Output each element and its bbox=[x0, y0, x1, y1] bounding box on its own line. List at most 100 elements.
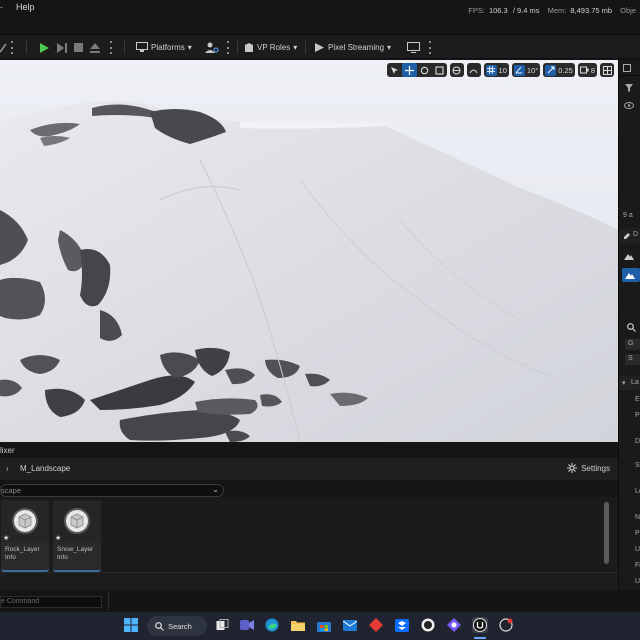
layer-info: Info bbox=[5, 554, 16, 561]
play-options-icon[interactable] bbox=[109, 41, 112, 54]
menu-bar: - Help FPS: 106.3 / 9.4 ms Mem: 8,493.75 m… bbox=[0, 0, 640, 34]
viewport-layout-icon[interactable] bbox=[600, 63, 614, 77]
camera-speed-button[interactable]: 8 bbox=[577, 63, 597, 77]
blender-like-icon[interactable] bbox=[446, 617, 462, 633]
file-explorer-icon[interactable] bbox=[290, 617, 306, 633]
select-tool-icon[interactable] bbox=[387, 63, 402, 77]
unreal-engine-icon[interactable] bbox=[472, 617, 488, 633]
main-toolbar: Platforms ▾ VP Roles ▾ Pixel Streaming ▾ bbox=[0, 34, 640, 59]
github-icon[interactable] bbox=[420, 617, 436, 633]
settings-button[interactable]: Settings bbox=[567, 463, 610, 473]
virtual-camera-button[interactable] bbox=[407, 40, 420, 55]
world-space-icon[interactable] bbox=[449, 63, 464, 77]
pixel-streaming-dropdown[interactable]: Pixel Streaming ▾ bbox=[314, 40, 391, 55]
project-settings-button[interactable] bbox=[205, 40, 219, 55]
stop-button[interactable] bbox=[73, 40, 84, 55]
command-placeholder: e Command bbox=[1, 598, 40, 605]
landscape-icon[interactable] bbox=[624, 252, 634, 260]
vp-roles-dropdown[interactable]: VP Roles ▾ bbox=[244, 40, 297, 55]
property-label: N bbox=[635, 514, 640, 521]
layer-caption: Rock_Layer Info bbox=[5, 546, 40, 562]
red-app-icon[interactable] bbox=[368, 617, 384, 633]
platforms-dropdown[interactable]: Platforms ▾ bbox=[136, 40, 192, 55]
grid-snap-toggle[interactable]: 10 bbox=[483, 63, 509, 77]
mode-icon[interactable] bbox=[0, 40, 8, 55]
chevron-down-icon: ▾ bbox=[293, 43, 298, 52]
frame-ms-value: / 9.4 ms bbox=[512, 6, 540, 15]
console-command-input[interactable]: e Command bbox=[0, 596, 102, 608]
layer-search-input[interactable]: scape ⌄ bbox=[0, 484, 224, 497]
panel-icon bbox=[623, 64, 631, 72]
property-label: St bbox=[635, 462, 640, 469]
eye-icon[interactable] bbox=[624, 102, 634, 109]
platforms-icon bbox=[136, 42, 148, 52]
meet-app-icon[interactable] bbox=[239, 617, 255, 633]
star-icon[interactable]: ★ bbox=[55, 534, 61, 542]
gear-icon bbox=[567, 463, 578, 473]
scale-snap-toggle[interactable]: 0.25 bbox=[543, 63, 575, 77]
layer-name: Rock_Layer bbox=[5, 546, 40, 553]
advance-frame-button[interactable] bbox=[56, 40, 68, 55]
filter-icon[interactable] bbox=[625, 84, 633, 92]
general-tab[interactable]: G bbox=[625, 339, 640, 350]
panel-footer bbox=[0, 572, 618, 590]
performance-stats: FPS: 106.3 / 9.4 ms Mem: 8,493.75 mb Obje bbox=[468, 6, 640, 15]
menu-fragment: - bbox=[0, 2, 3, 12]
taskbar-search-label: Search bbox=[168, 621, 192, 631]
notification-app-icon[interactable] bbox=[498, 617, 514, 633]
landscape-icon bbox=[625, 273, 635, 279]
eject-icon bbox=[90, 42, 100, 53]
mem-value: 8,493.75 mb bbox=[570, 6, 613, 15]
store-app-icon[interactable] bbox=[316, 617, 332, 633]
landscape-render bbox=[0, 60, 618, 442]
chevron-down-icon: ▾ bbox=[187, 43, 192, 52]
rotation-snap-toggle[interactable]: 10° bbox=[511, 63, 541, 77]
menu-help[interactable]: Help bbox=[16, 2, 35, 12]
scale-tool-icon[interactable] bbox=[432, 63, 447, 77]
streaming-tab[interactable]: S bbox=[625, 354, 640, 365]
layer-mixer-header: › M_Landscape Settings bbox=[0, 458, 618, 480]
rotate-tool-icon[interactable] bbox=[417, 63, 432, 77]
play-icon bbox=[40, 42, 49, 53]
layer-tile-snow[interactable]: ★ Snow_Layer Info bbox=[53, 500, 101, 572]
landscape-selected-item[interactable] bbox=[622, 268, 640, 282]
task-view-icon[interactable] bbox=[214, 617, 230, 633]
mail-app-icon[interactable] bbox=[342, 617, 358, 633]
vp-roles-icon bbox=[245, 43, 253, 52]
move-tool-icon[interactable] bbox=[401, 63, 417, 77]
eject-button[interactable] bbox=[89, 40, 101, 55]
taskbar-search[interactable]: Search bbox=[147, 616, 207, 636]
chevron-down-icon[interactable]: ⌄ bbox=[212, 485, 219, 494]
layer-list-scrollbar[interactable] bbox=[604, 502, 609, 564]
property-label: Pr bbox=[635, 530, 640, 537]
divider bbox=[26, 41, 27, 54]
star-icon[interactable]: ★ bbox=[3, 534, 9, 542]
dropbox-icon[interactable] bbox=[394, 617, 410, 633]
sphere-icon bbox=[64, 508, 90, 534]
layer-caption: Snow_Layer Info bbox=[57, 546, 93, 562]
viewport-toolbar: 10 10° 0.25 8 bbox=[386, 63, 614, 77]
edge-browser-icon[interactable] bbox=[264, 617, 280, 633]
search-icon[interactable] bbox=[627, 323, 636, 332]
skip-forward-icon bbox=[57, 42, 67, 53]
layer-tile-rock[interactable]: ★ Rock_Layer Info bbox=[1, 500, 49, 572]
landscape-category[interactable]: ▾ La bbox=[619, 376, 640, 390]
play-button[interactable] bbox=[38, 40, 50, 55]
vp-roles-label: VP Roles bbox=[257, 43, 291, 52]
chevron-right-icon[interactable]: › bbox=[6, 464, 9, 473]
divider bbox=[108, 592, 109, 610]
person-gear-icon bbox=[205, 42, 219, 53]
level-viewport[interactable]: 10 10° 0.25 8 bbox=[0, 60, 618, 442]
camera-icon bbox=[579, 66, 589, 74]
pixel-streaming-icon bbox=[315, 43, 324, 52]
layer-mixer-title: lixer bbox=[0, 446, 15, 455]
property-label: Pe bbox=[635, 412, 640, 419]
more-options-icon[interactable] bbox=[428, 41, 431, 54]
surface-snap-icon[interactable] bbox=[466, 63, 481, 77]
windows-start-icon[interactable] bbox=[123, 617, 139, 633]
layer-mixer-tab[interactable]: lixer bbox=[0, 442, 618, 458]
chevron-down-icon: ▾ bbox=[387, 43, 392, 52]
mode-options-icon[interactable] bbox=[10, 41, 13, 54]
settings-options-icon[interactable] bbox=[226, 41, 229, 54]
mem-label: Mem: bbox=[547, 6, 567, 15]
